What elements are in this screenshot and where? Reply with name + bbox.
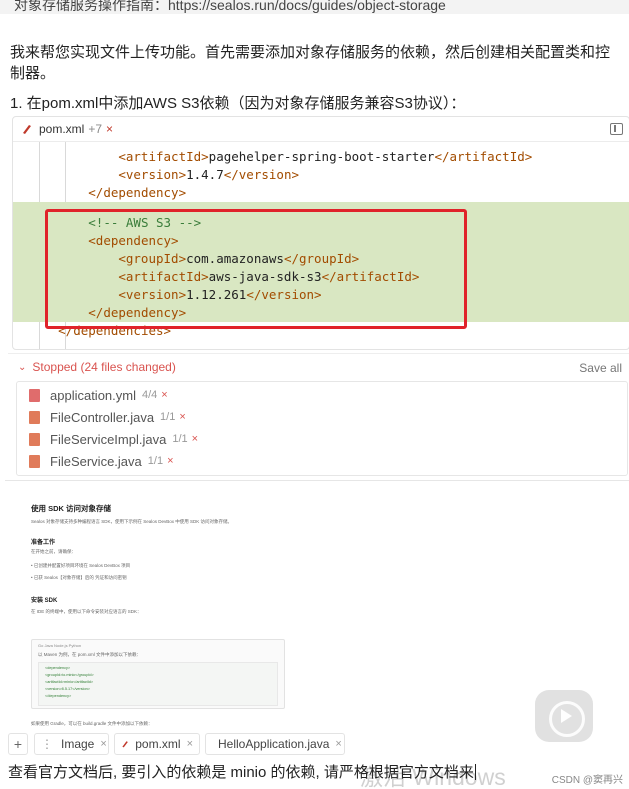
close-file-icon[interactable]: × <box>106 122 113 136</box>
attached-image-preview: 使用 SDK 访问对象存储 Sealos 对象存储支持多种编程语言 SDK，使用… <box>5 480 629 732</box>
discard-file-icon[interactable]: × <box>179 411 185 423</box>
yaml-file-icon <box>29 388 40 402</box>
image-icon: ⋮ <box>41 737 53 751</box>
discard-file-icon[interactable]: × <box>161 389 167 401</box>
chip-label: pom.xml <box>135 737 181 751</box>
doc-heading-sdk: 安装 SDK <box>31 598 58 604</box>
maven-file-icon <box>23 125 31 134</box>
changed-file-name[interactable]: FileController.java <box>50 410 154 425</box>
changed-file-row[interactable]: application.yml 4/4 × <box>29 385 168 405</box>
doc-heading-prep: 准备工作 <box>31 540 56 546</box>
chip-label: HelloApplication.java <box>218 737 330 751</box>
changed-file-count: 1/1 <box>172 433 188 445</box>
assistant-paragraph-step1: 1. 在pom.xml中添加AWS S3依赖（因为对象存储服务兼容S3协议）： <box>10 95 466 112</box>
guide-link-text: 对象存储服务操作指南：https://sealos.run/docs/guide… <box>14 0 446 13</box>
changed-files-list: application.yml 4/4 × FileController.jav… <box>16 381 628 476</box>
chevron-down-icon[interactable]: ⌄ <box>18 362 26 373</box>
remove-chip-icon[interactable]: × <box>335 738 341 750</box>
remove-chip-icon[interactable]: × <box>100 738 106 750</box>
code-filename[interactable]: pom.xml <box>39 122 84 136</box>
docs-screenshot: 使用 SDK 访问对象存储 Sealos 对象存储支持多种编程语言 SDK，使用… <box>31 499 301 729</box>
context-chip-image[interactable]: ⋮ Image × <box>34 733 109 755</box>
changed-file-count: 1/1 <box>160 411 176 423</box>
doc-gradle-line: 如果使用 Gradle，可以在 build.gradle 文件中添加以下依赖： <box>31 721 153 726</box>
context-chip-helloapp[interactable]: HelloApplication.java × <box>205 733 345 755</box>
open-in-editor-icon[interactable] <box>610 123 623 135</box>
java-file-icon <box>29 432 40 446</box>
assistant-paragraph-intro: 我来帮您实现文件上传功能。首先需要添加对象存储服务的依赖，然后创建相关配置类和控… <box>10 44 611 82</box>
doc-prep-item: • 已创建并配置好项目环境在 Sealos DevBox 项目 <box>31 563 131 568</box>
doc-code-line: <groupId>io.minio</groupId> <box>45 673 94 677</box>
changed-file-row[interactable]: FileServiceImpl.java 1/1 × <box>29 429 198 449</box>
doc-prep-line: 在开始之前，请确保： <box>31 549 76 554</box>
context-chip-pom[interactable]: pom.xml × <box>114 733 200 755</box>
context-chips-bar: + ⋮ Image × pom.xml × HelloApplication.j… <box>8 733 628 757</box>
changes-header[interactable]: ⌄ Stopped (24 files changed) <box>18 360 176 374</box>
guide-link-banner: 对象存储服务操作指南：https://sealos.run/docs/guide… <box>0 0 629 14</box>
doc-code-tabs-box: Go Java Node.js Python 以 Maven 为例，在 pom.… <box>31 639 285 709</box>
java-file-icon <box>29 454 40 468</box>
changed-file-name[interactable]: FileServiceImpl.java <box>50 432 166 447</box>
changed-files-panel: ⌄ Stopped (24 files changed) Save all ap… <box>8 353 629 479</box>
code-line: <version>1.4.7</version> <box>118 167 299 182</box>
remove-chip-icon[interactable]: × <box>187 738 193 750</box>
doc-language-tabs: Go Java Node.js Python <box>38 643 82 648</box>
doc-sdk-line: 在 IDE 的终端中，使用以下命令安装对应语言的 SDK： <box>31 609 142 614</box>
text-caret <box>474 764 476 780</box>
maven-file-icon <box>122 741 128 748</box>
doc-title: 使用 SDK 访问对象存储 <box>31 504 112 513</box>
chip-label: Image <box>61 737 95 751</box>
add-context-button[interactable]: + <box>8 733 28 755</box>
code-line: <artifactId>pagehelper-spring-boot-start… <box>118 149 533 164</box>
code-line: </dependency> <box>88 185 187 200</box>
csdn-watermark: CSDN @窦再兴 <box>551 775 623 786</box>
doc-code-line: <artifactId>minio</artifactId> <box>45 680 94 684</box>
doc-prep-item: • 已获 Sealos【对象存储】后的 凭证和访问密钥 <box>31 575 127 580</box>
discard-file-icon[interactable]: × <box>167 455 173 467</box>
changed-file-row[interactable]: FileService.java 1/1 × <box>29 451 174 471</box>
discard-file-icon[interactable]: × <box>192 433 198 445</box>
changed-file-count: 4/4 <box>142 389 158 401</box>
doc-code-line: <version>8.5.17</version> <box>45 687 90 691</box>
changed-file-name[interactable]: application.yml <box>50 388 136 403</box>
code-diff-header: pom.xml +7 × <box>13 117 629 142</box>
save-all-button[interactable]: Save all <box>579 361 622 375</box>
java-file-icon <box>29 410 40 424</box>
changes-summary: (24 files changed) <box>80 360 176 374</box>
doc-code-block: <dependency> <groupId>io.minio</groupId>… <box>38 662 278 706</box>
doc-maven-line: 以 Maven 为例，在 pom.xml 文件中添加以下依赖： <box>38 652 142 657</box>
chat-input-text: 查看官方文档后, 要引入的依赖是 minio 的依赖, 请严格根据官方文档来 <box>8 764 474 781</box>
added-lines-count: +7 <box>88 122 103 136</box>
chat-input[interactable]: 查看官方文档后, 要引入的依赖是 minio 的依赖, 请严格根据官方文档来 <box>8 761 568 782</box>
changed-file-count: 1/1 <box>147 455 164 467</box>
changes-status: Stopped <box>32 360 78 374</box>
changed-file-row[interactable]: FileController.java 1/1 × <box>29 407 186 427</box>
red-highlight-annotation <box>45 209 467 329</box>
changed-file-name[interactable]: FileService.java <box>50 454 142 469</box>
doc-code-line: <dependency> <box>45 666 71 670</box>
doc-code-line: </dependency> <box>45 694 72 698</box>
doc-intro: Sealos 对象存储支持多种编程语言 SDK，使用下示例在 Sealos De… <box>31 519 233 524</box>
